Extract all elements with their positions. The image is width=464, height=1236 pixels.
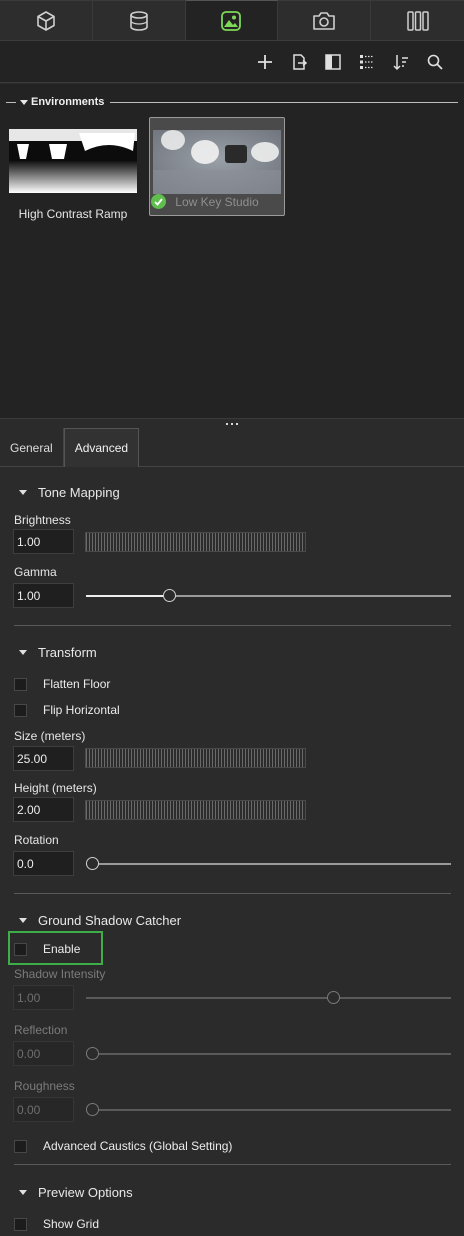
reflection-slider[interactable]	[86, 1047, 451, 1060]
section-ground-shadow-catcher[interactable]: Ground Shadow Catcher	[19, 913, 181, 928]
section-title: Ground Shadow Catcher	[38, 913, 182, 928]
enable-highlight-box	[8, 931, 103, 965]
rotation-slider[interactable]	[86, 857, 451, 870]
slider-handle[interactable]	[326, 991, 340, 1004]
shadow-intensity-slider[interactable]	[86, 991, 451, 1004]
collapse-caret-icon	[19, 490, 27, 495]
reflection-input[interactable]: 0.00	[13, 1041, 74, 1066]
checkbox-box[interactable]	[14, 703, 27, 717]
roughness-slider[interactable]	[86, 1103, 451, 1116]
search-button[interactable]	[424, 51, 446, 73]
environment-thumbnail-selected[interactable]: Low Key Studio	[149, 117, 285, 216]
slider-handle[interactable]	[86, 1103, 99, 1116]
environment-label: Low Key Studio	[175, 195, 259, 209]
environment-label: High Contrast Ramp	[18, 207, 128, 221]
toggle-panel-button[interactable]	[322, 51, 344, 73]
grid-view-icon	[360, 54, 374, 69]
collapse-caret-icon	[19, 650, 27, 655]
section-transform[interactable]: Transform	[19, 645, 97, 660]
search-icon	[427, 54, 443, 70]
low-key-studio-preview	[153, 130, 281, 194]
rotation-input[interactable]: 0.0	[13, 851, 74, 876]
advanced-settings-panel: Tone Mapping Brightness 1.00 Gamma 1.00 …	[0, 467, 464, 1236]
top-tab-bar	[0, 0, 464, 41]
import-icon	[293, 53, 308, 70]
height-label: Height (meters)	[14, 781, 97, 795]
sort-button[interactable]	[390, 51, 412, 73]
height-slider[interactable]	[85, 800, 306, 820]
size-input[interactable]: 25.00	[13, 746, 74, 771]
shadow-intensity-label: Shadow Intensity	[14, 967, 106, 981]
tab-advanced[interactable]: Advanced	[63, 428, 140, 467]
camera-icon	[313, 11, 336, 30]
gamma-slider[interactable]	[86, 589, 451, 602]
cube-icon	[37, 10, 55, 31]
rotation-label: Rotation	[14, 833, 59, 847]
environment-thumbnail[interactable]: High Contrast Ramp	[9, 129, 143, 225]
flip-horizontal-checkbox[interactable]: Flip Horizontal	[14, 703, 120, 717]
import-button[interactable]	[288, 51, 310, 73]
environment-icon	[221, 10, 242, 31]
cylinder-icon	[129, 10, 148, 31]
collapse-caret-icon	[19, 918, 27, 923]
slider-handle[interactable]	[86, 1047, 99, 1060]
slider-handle[interactable]	[86, 857, 99, 870]
roughness-input[interactable]: 0.00	[13, 1097, 74, 1122]
reflection-label: Reflection	[14, 1023, 68, 1037]
view-mode-button[interactable]	[356, 51, 378, 73]
section-divider	[14, 625, 451, 626]
flatten-floor-checkbox[interactable]: Flatten Floor	[14, 677, 110, 691]
drag-handle-icon	[226, 422, 238, 425]
settings-tabs: General Advanced	[0, 428, 464, 467]
section-title: Tone Mapping	[38, 485, 120, 500]
checkbox-box[interactable]	[14, 677, 27, 691]
checkbox-label: Advanced Caustics (Global Setting)	[43, 1139, 233, 1153]
tab-environments[interactable]	[185, 0, 279, 40]
tab-library[interactable]	[371, 0, 464, 40]
section-divider	[14, 1164, 451, 1165]
section-preview-options[interactable]: Preview Options	[19, 1185, 133, 1200]
tab-materials[interactable]	[92, 0, 186, 40]
size-slider[interactable]	[85, 748, 306, 768]
panel-splitter[interactable]	[0, 418, 464, 428]
gamma-label: Gamma	[14, 565, 57, 579]
library-icon	[406, 10, 429, 31]
gamma-input[interactable]: 1.00	[13, 583, 74, 608]
add-button[interactable]	[254, 51, 276, 73]
sort-icon	[393, 54, 408, 70]
library-section-header[interactable]: Environments	[6, 95, 458, 109]
panel-icon	[325, 53, 341, 70]
high-contrast-ramp-preview	[9, 129, 137, 193]
height-input[interactable]: 2.00	[13, 797, 74, 822]
checkbox-label: Flip Horizontal	[43, 703, 120, 717]
collapse-caret-icon	[20, 99, 28, 105]
section-divider	[14, 893, 451, 894]
roughness-label: Roughness	[14, 1079, 75, 1093]
advanced-caustics-checkbox[interactable]: Advanced Caustics (Global Setting)	[14, 1139, 232, 1153]
size-label: Size (meters)	[14, 729, 86, 743]
checkbox-label: Flatten Floor	[43, 677, 111, 691]
collapse-caret-icon	[19, 1190, 27, 1195]
tab-general[interactable]: General	[0, 428, 64, 467]
brightness-slider[interactable]	[85, 532, 306, 552]
show-grid-checkbox[interactable]: Show Grid	[14, 1217, 99, 1231]
checkbox-box[interactable]	[14, 1139, 27, 1153]
tab-cameras[interactable]	[278, 0, 372, 40]
library-toolbar	[0, 41, 464, 83]
library-section-title: Environments	[31, 96, 105, 108]
section-title: Transform	[38, 645, 97, 660]
environment-library: Environments High Contrast Ramp Low Key …	[0, 84, 464, 418]
checkbox-label: Show Grid	[43, 1217, 100, 1231]
section-tone-mapping[interactable]: Tone Mapping	[19, 485, 120, 500]
brightness-input[interactable]: 1.00	[13, 529, 74, 554]
brightness-label: Brightness	[14, 513, 71, 527]
section-title: Preview Options	[38, 1185, 133, 1200]
shadow-intensity-input[interactable]: 1.00	[13, 985, 74, 1010]
checkbox-box[interactable]	[14, 1217, 27, 1231]
add-icon	[258, 54, 272, 69]
slider-handle[interactable]	[162, 589, 176, 602]
tab-models[interactable]	[0, 0, 93, 40]
